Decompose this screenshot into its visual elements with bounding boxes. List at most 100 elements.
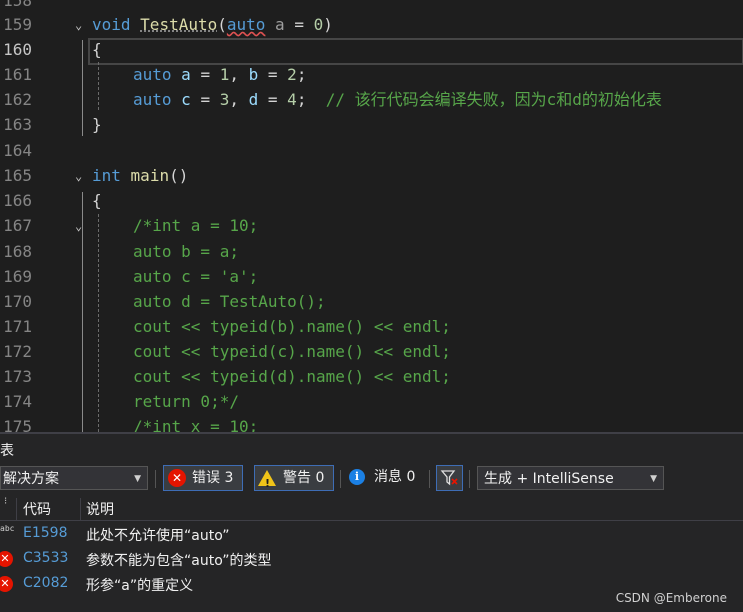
error-squiggle: auto [226, 15, 266, 34]
warnings-label: 警告 0 [283, 470, 325, 486]
code-text: cout << typeid(d).name() << endl; [133, 367, 451, 386]
error-description: 参数不能为包含“auto”的类型 [86, 553, 272, 569]
intellisense-squiggle-icon: abc [0, 524, 15, 533]
error-description: 此处不允许使用“auto” [86, 528, 230, 544]
error-icon: ✕ [0, 551, 13, 567]
code-text: auto a = 1, b = 2; [133, 65, 307, 84]
scope-dropdown-value: 解决方案 [3, 471, 59, 487]
line-number: 165 [3, 166, 32, 185]
code-text: /*int x = 10; [133, 417, 259, 432]
chevron-down-icon: ▼ [650, 474, 657, 484]
source-dropdown-value: 生成 + IntelliSense [484, 471, 614, 487]
fold-chevron-icon[interactable]: ⌄ [75, 19, 87, 31]
fold-chevron-icon[interactable]: ⌄ [75, 170, 87, 182]
editor-line: 161 auto a = 1, b = 2; [0, 62, 743, 87]
code-text: auto d = TestAuto(); [133, 292, 326, 311]
editor-line: 160 { [0, 37, 743, 62]
messages-filter-button[interactable]: i 消息 0 [346, 465, 426, 491]
editor-line: 162 auto c = 3, d = 4; // 该行代码会编译失败，因为c和… [0, 87, 743, 112]
error-list-header: ⁝ 代码 说明 [0, 496, 743, 521]
line-number: 164 [3, 141, 32, 160]
editor-line: 170 auto d = TestAuto(); [0, 289, 743, 314]
column-separator[interactable] [16, 498, 17, 520]
editor-line: 174 return 0;*/ [0, 389, 743, 414]
error-description: 形参“a”的重定义 [86, 578, 194, 594]
indent-guide [98, 214, 99, 432]
code-text: } [92, 115, 102, 134]
error-code: C3533 [23, 550, 69, 566]
editor-line: 171 cout << typeid(b).name() << endl; [0, 314, 743, 339]
editor-line: 167 ⌄ /*int a = 10; [0, 213, 743, 238]
panel-divider [0, 432, 743, 434]
code-text: /*int a = 10; [133, 216, 259, 235]
editor-line: 159 ⌄ void TestAuto(auto a = 0) [0, 12, 743, 37]
editor-line: 175 /*int x = 10; [0, 414, 743, 432]
error-code: C2082 [23, 575, 69, 591]
error-icon: ✕ [0, 576, 13, 592]
scope-guide [82, 40, 83, 136]
toolbar-separator [469, 470, 470, 488]
code-text: int main() [92, 166, 189, 185]
editor-line: 166 { [0, 188, 743, 213]
line-number: 162 [3, 90, 32, 109]
warnings-filter-button[interactable]: ! 警告 0 [254, 465, 334, 491]
line-number: 172 [3, 342, 32, 361]
warning-icon: ! [258, 470, 276, 490]
editor-line: 169 auto c = 'a'; [0, 264, 743, 289]
line-number: 160 [3, 40, 32, 59]
error-icon: ✕ [168, 469, 186, 487]
fold-chevron-icon[interactable]: ⌄ [75, 220, 87, 232]
line-number: 170 [3, 292, 32, 311]
line-number: 161 [3, 65, 32, 84]
code-editor[interactable]: 158 159 ⌄ void TestAuto(auto a = 0) 160 … [0, 0, 743, 432]
line-number: 166 [3, 191, 32, 210]
editor-line: 165 ⌄ int main() [0, 163, 743, 188]
line-number: 169 [3, 267, 32, 286]
column-header-code[interactable]: 代码 [23, 499, 51, 519]
code-text: auto b = a; [133, 242, 239, 261]
error-list-panel: 表 解决方案 ▼ ✕ 错误 3 ! 警告 0 i 消息 0 生成 + Intel… [0, 432, 743, 612]
errors-filter-button[interactable]: ✕ 错误 3 [163, 465, 243, 491]
errors-label: 错误 3 [192, 470, 234, 486]
code-text: { [92, 191, 102, 210]
editor-line: 173 cout << typeid(d).name() << endl; [0, 364, 743, 389]
column-header-description[interactable]: 说明 [86, 499, 114, 519]
source-dropdown[interactable]: 生成 + IntelliSense ▼ [477, 466, 664, 490]
editor-line: 168 auto b = a; [0, 239, 743, 264]
messages-label: 消息 0 [374, 469, 416, 485]
info-icon: i [349, 469, 365, 485]
toolbar-separator [155, 470, 156, 488]
scope-guide [82, 192, 83, 432]
editor-line: 164 [0, 138, 743, 163]
panel-title: 表 [0, 443, 14, 459]
toolbar-separator [429, 470, 430, 488]
code-text: return 0;*/ [133, 392, 239, 411]
editor-line: 172 cout << typeid(c).name() << endl; [0, 339, 743, 364]
code-text: void TestAuto(auto a = 0) [92, 15, 333, 34]
filter-toggle-button[interactable] [436, 465, 463, 491]
code-text: auto c = 3, d = 4; // 该行代码会编译失败，因为c和d的初始… [133, 90, 662, 109]
column-separator[interactable] [80, 498, 81, 520]
toolbar-separator [340, 470, 341, 488]
line-number: 168 [3, 242, 32, 261]
line-number: 175 [3, 417, 32, 432]
chevron-down-icon: ▼ [134, 474, 141, 484]
scope-dropdown[interactable]: 解决方案 ▼ [0, 466, 148, 490]
code-text: auto c = 'a'; [133, 267, 259, 286]
editor-line: 163 } [0, 112, 743, 137]
line-number: 174 [3, 392, 32, 411]
indent-guide [98, 62, 99, 110]
code-text: { [92, 40, 102, 59]
error-list-toolbar: 解决方案 ▼ ✕ 错误 3 ! 警告 0 i 消息 0 生成 + Intelli… [0, 462, 743, 494]
line-number: 173 [3, 367, 32, 386]
code-text: cout << typeid(b).name() << endl; [133, 317, 451, 336]
sort-indicator-icon: ⁝ [4, 496, 8, 507]
line-number: 163 [3, 115, 32, 134]
line-number: 159 [3, 15, 32, 34]
error-row[interactable]: ✕ C3533 参数不能为包含“auto”的类型 [0, 547, 743, 572]
filter-icon [440, 470, 458, 486]
line-number: 167 [3, 216, 32, 235]
code-text: cout << typeid(c).name() << endl; [133, 342, 451, 361]
error-code: E1598 [23, 525, 68, 541]
error-row[interactable]: abc E1598 此处不允许使用“auto” [0, 522, 743, 547]
